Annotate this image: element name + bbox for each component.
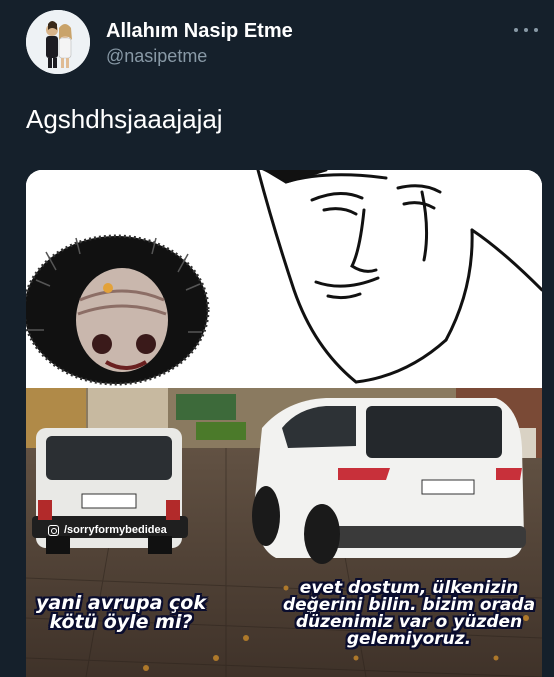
meme-top-panel bbox=[26, 170, 542, 388]
avatar-image bbox=[26, 10, 90, 74]
tweet-media[interactable]: /sorryformybedidea yani avrupa çok kötü … bbox=[26, 170, 542, 677]
white-suv bbox=[252, 398, 526, 564]
avatar[interactable] bbox=[26, 10, 90, 74]
tweet-text: Agshdhsjaaajajaj bbox=[26, 104, 223, 134]
watermark-text: /sorryformybedidea bbox=[64, 524, 167, 536]
author-name[interactable]: Allahım Nasip Etme bbox=[106, 20, 293, 43]
meme-caption-right: evet dostum, ülkenizin değerini bilin. b… bbox=[282, 578, 536, 649]
tweet-header: Allahım Nasip Etme @nasipetme bbox=[26, 10, 546, 74]
hairy-creature bbox=[26, 234, 210, 386]
meme-watermark: /sorryformybedidea bbox=[48, 524, 167, 536]
author-handle[interactable]: @nasipetme bbox=[106, 46, 207, 67]
meme-caption-left: yani avrupa çok kötü öyle mi? bbox=[36, 592, 206, 633]
meme-reaction-illustration bbox=[26, 170, 542, 388]
more-options-icon[interactable] bbox=[514, 24, 538, 36]
instagram-icon bbox=[48, 524, 59, 536]
